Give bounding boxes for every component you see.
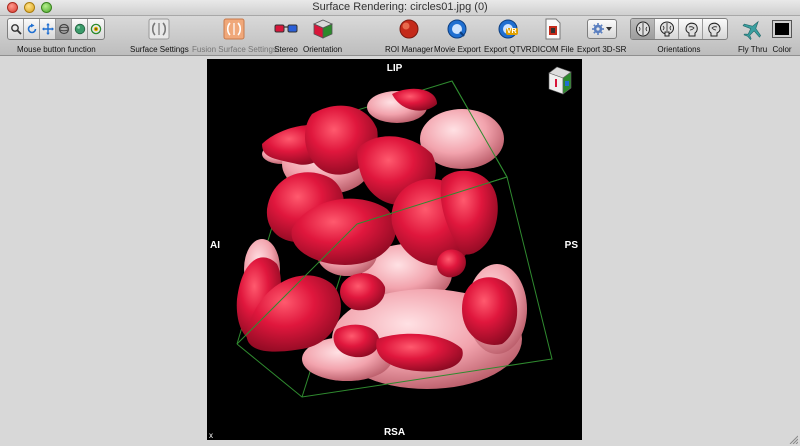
- stereo-label: Stereo: [274, 45, 298, 54]
- window-titlebar: Surface Rendering: circles01.jpg (0): [0, 0, 800, 16]
- surface-settings-label: Surface Settings: [130, 45, 189, 54]
- dicom-file-label: DICOM File: [532, 45, 574, 54]
- roi-manager-label: ROI Manager: [385, 45, 434, 54]
- export-qtvr-label: Export QTVR: [484, 45, 532, 54]
- sagittal-head-left-icon: [684, 22, 698, 37]
- sphere-tool-button[interactable]: [72, 19, 88, 39]
- movie-export-label: Movie Export: [434, 45, 481, 54]
- orientations-group: Orientations: [630, 18, 728, 54]
- export-3dsr-button[interactable]: Export 3D-SR: [577, 18, 626, 54]
- movie-export-button[interactable]: Movie Export: [434, 18, 481, 54]
- gear-icon: [591, 23, 604, 35]
- sagittal-left-orientation-button[interactable]: [679, 19, 703, 39]
- surface-settings-icon: [148, 18, 170, 40]
- axial-brain-icon: [635, 21, 650, 37]
- chevron-down-icon: [605, 27, 612, 31]
- target-tool-button[interactable]: [88, 19, 104, 39]
- orientation-label-right: PS: [564, 240, 578, 251]
- roi-manager-icon: [399, 19, 419, 39]
- target-icon: [90, 23, 102, 35]
- mouse-button-function-group: Mouse button function: [7, 18, 105, 54]
- orientations-label: Orientations: [657, 45, 701, 54]
- mouse-button-function-label: Mouse button function: [17, 45, 96, 54]
- orientation-label: Orientation: [303, 45, 343, 54]
- stereo-button[interactable]: Stereo: [274, 18, 298, 54]
- window-title: Surface Rendering: circles01.jpg (0): [312, 1, 488, 13]
- fly-thru-label: Fly Thru: [738, 45, 768, 54]
- stereo-glasses-icon: [274, 24, 298, 33]
- export-qtvr-button[interactable]: VR Export QTVR: [484, 18, 532, 54]
- rotate-tool-button[interactable]: [24, 19, 40, 39]
- pan-icon: [41, 23, 54, 35]
- quicktime-icon: [447, 19, 467, 39]
- sphere-icon: [74, 23, 85, 35]
- surface-rendering: [236, 66, 572, 398]
- zoom-icon: [10, 24, 22, 35]
- orientation-cube-icon: [312, 19, 333, 39]
- sagittal-right-orientation-button[interactable]: [703, 19, 727, 39]
- color-button[interactable]: Color: [772, 18, 792, 54]
- fly-thru-button[interactable]: Fly Thru: [738, 18, 767, 54]
- color-well[interactable]: [772, 20, 792, 38]
- dicom-file-icon: [545, 18, 561, 40]
- color-label: Color: [772, 45, 792, 54]
- rotate-icon: [27, 23, 36, 34]
- pan-tool-button[interactable]: [40, 19, 56, 39]
- fusion-surface-settings-icon: [223, 18, 245, 40]
- orientation-button[interactable]: Orientation: [303, 18, 342, 54]
- window-resize-grip[interactable]: [788, 434, 798, 444]
- coronal-brain-icon: [659, 21, 674, 37]
- camera-rotate-tool-button[interactable]: [56, 19, 72, 39]
- toolbar: Mouse button function Surface Settings F…: [0, 16, 800, 56]
- orientation-label-top: LIP: [386, 63, 403, 74]
- coronal-orientation-button[interactable]: [655, 19, 679, 39]
- color-swatch: [775, 23, 789, 35]
- export-3dsr-label: Export 3D-SR: [577, 45, 627, 54]
- zoom-tool-button[interactable]: [8, 19, 24, 39]
- surface-rendering-viewport[interactable]: LIP RSA AI PS x: [207, 59, 582, 440]
- orientation-label-left: AI: [210, 240, 220, 251]
- surface-settings-button[interactable]: Surface Settings: [130, 18, 189, 54]
- roi-manager-button[interactable]: ROI Manager: [385, 18, 433, 54]
- sagittal-head-right-icon: [708, 22, 721, 37]
- mouse-tool-segmented-control: [7, 18, 105, 40]
- dicom-file-button[interactable]: DICOM File: [532, 18, 574, 54]
- orientation-label-bottom: RSA: [383, 427, 406, 438]
- fusion-surface-settings-label: Fusion Surface Settings: [192, 45, 277, 54]
- fusion-surface-settings-button[interactable]: Fusion Surface Settings: [192, 18, 277, 54]
- axial-orientation-button[interactable]: [631, 19, 655, 39]
- qtvr-badge: VR: [505, 28, 518, 35]
- export-3dsr-menu[interactable]: [586, 19, 617, 39]
- viewport-corner-label: x: [209, 431, 213, 440]
- orientations-segmented-control: [630, 18, 728, 40]
- airplane-icon: [742, 20, 761, 40]
- camera-rotate-icon: [58, 23, 69, 35]
